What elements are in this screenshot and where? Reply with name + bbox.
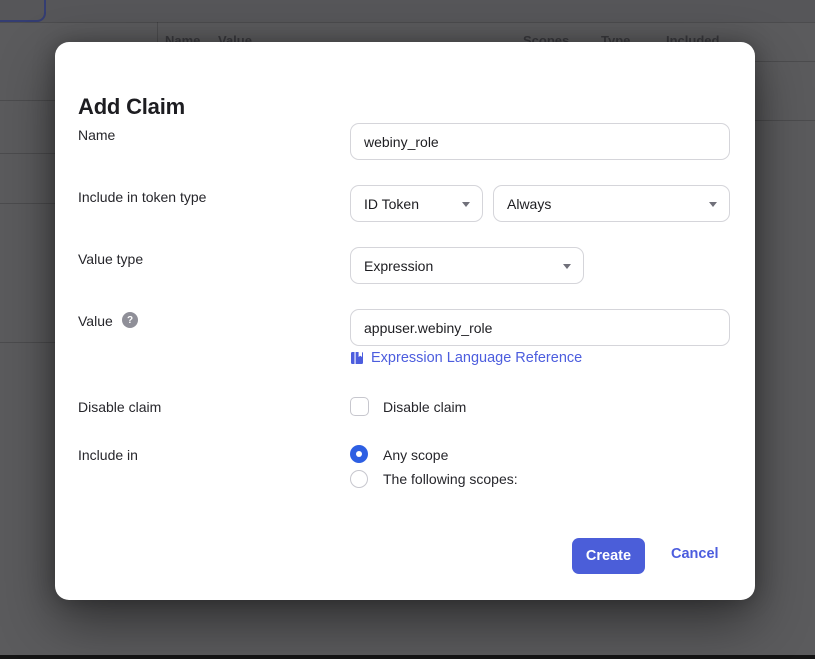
token-when-selected-value: Always bbox=[507, 195, 552, 212]
expression-reference-label: Expression Language Reference bbox=[371, 350, 583, 366]
disable-claim-checkbox[interactable] bbox=[350, 397, 369, 416]
table-row-divider bbox=[0, 153, 57, 154]
table-row-divider bbox=[0, 203, 57, 204]
value-type-label: Value type bbox=[78, 251, 144, 267]
help-icon[interactable]: ? bbox=[122, 312, 138, 328]
dialog-title: Add Claim bbox=[78, 94, 185, 119]
table-column-divider bbox=[157, 22, 158, 44]
name-label: Name bbox=[78, 127, 116, 143]
any-scope-label: Any scope bbox=[383, 447, 449, 463]
token-type-selected-value: ID Token bbox=[364, 195, 419, 212]
book-icon bbox=[351, 352, 363, 364]
chevron-down-icon bbox=[563, 264, 571, 269]
table-row-divider bbox=[0, 342, 57, 343]
table-row-divider bbox=[0, 100, 57, 101]
token-type-select[interactable]: ID Token bbox=[350, 185, 483, 222]
chevron-down-icon bbox=[462, 202, 470, 207]
add-claim-dialog: Add Claim Name Include in token type ID … bbox=[55, 42, 755, 600]
expression-reference-link[interactable]: Expression Language Reference bbox=[350, 350, 582, 366]
value-type-selected-value: Expression bbox=[364, 257, 434, 274]
following-scopes-radio[interactable] bbox=[350, 470, 368, 488]
disable-claim-checkbox-label: Disable claim bbox=[383, 399, 467, 415]
any-scope-radio[interactable] bbox=[350, 445, 368, 463]
value-type-select[interactable]: Expression bbox=[350, 247, 584, 284]
chevron-down-icon bbox=[709, 202, 717, 207]
cancel-button[interactable]: Cancel bbox=[671, 546, 719, 562]
disable-claim-label: Disable claim bbox=[78, 399, 162, 415]
token-when-select[interactable]: Always bbox=[493, 185, 730, 222]
table-row-divider bbox=[750, 120, 815, 121]
following-scopes-label: The following scopes: bbox=[383, 471, 518, 487]
screen: Name Value Scopes Type Included Add Clai… bbox=[0, 0, 815, 659]
background-button-outline bbox=[0, 0, 46, 22]
value-label: Value bbox=[78, 313, 113, 329]
include-in-label: Include in bbox=[78, 447, 138, 463]
table-top-border bbox=[0, 22, 815, 23]
name-input[interactable] bbox=[350, 123, 730, 160]
background-top-band bbox=[0, 0, 815, 22]
create-button[interactable]: Create bbox=[572, 538, 645, 574]
bottom-bar bbox=[0, 655, 815, 659]
table-row-divider bbox=[750, 61, 815, 62]
token-type-label: Include in token type bbox=[78, 189, 207, 205]
value-input[interactable] bbox=[350, 309, 730, 346]
